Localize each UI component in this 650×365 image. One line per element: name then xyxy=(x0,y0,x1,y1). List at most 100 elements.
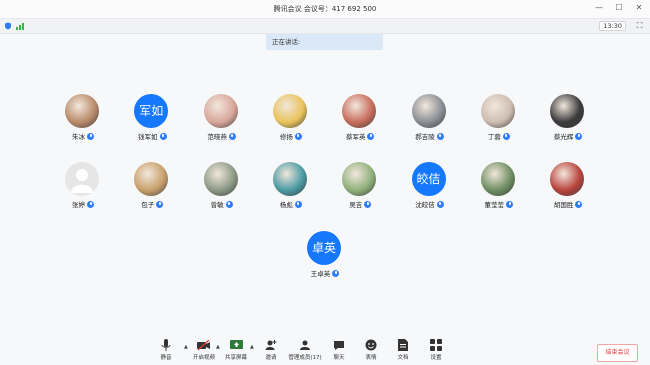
participant-name: 包子 xyxy=(141,201,155,209)
participant-name-row: 吴吉 xyxy=(325,199,395,209)
settings-grid-icon xyxy=(430,339,442,351)
video-label: 开启视频 xyxy=(192,355,215,361)
participant-name-row: 蔡军英 xyxy=(325,131,395,141)
chat-button[interactable]: 聊天 xyxy=(321,338,357,361)
speaking-indicator: 正在讲话: xyxy=(266,34,383,50)
fullscreen-icon[interactable]: ⛶ xyxy=(635,21,644,30)
mic-muted-icon xyxy=(575,132,583,140)
participant-name: 董莹莹 xyxy=(484,201,505,209)
invite-button[interactable]: 邀请 xyxy=(253,338,289,361)
participant-name-row: 沈皎佶 xyxy=(395,199,465,209)
avatar xyxy=(65,94,99,128)
settings-button[interactable]: 设置 xyxy=(418,338,454,361)
participant-name-row: 杨彪 xyxy=(256,199,326,209)
invite-label: 邀请 xyxy=(265,355,277,361)
participant-name-row: 朱冰 xyxy=(48,131,118,141)
participant-name: 张婷 xyxy=(72,201,85,209)
manage-members-button[interactable]: 管理成员(17) xyxy=(287,338,323,361)
maximize-button[interactable]: ☐ xyxy=(614,3,624,12)
mic-muted-icon xyxy=(502,132,510,140)
window-controls: — ☐ ✕ xyxy=(594,3,644,12)
participant-name: 杨彪 xyxy=(279,201,293,209)
participant-name: 郝吉陵 xyxy=(415,133,435,141)
reactions-button[interactable]: 表情 xyxy=(353,338,389,361)
participant-name: 范晓燕 xyxy=(207,133,227,141)
share-label: 共享屏幕 xyxy=(224,355,247,361)
participant-name-row: 丁蓉 xyxy=(464,131,534,141)
participant-name-row: 董莹莹 xyxy=(464,199,534,209)
mic-muted-icon xyxy=(294,200,302,208)
mic-muted-icon xyxy=(228,132,236,140)
chat-label: 聊天 xyxy=(333,355,345,361)
docs-button[interactable]: 文档 xyxy=(385,338,421,361)
participant-name: 钱军如 xyxy=(138,133,158,141)
avatar: 皎佶 xyxy=(411,162,446,196)
bottom-toolbar: 静音 ▲ 开启视频 ▲ 共享屏幕 ▲ 邀请 管理成员(17) 聊天 表情 文档 … xyxy=(0,338,650,365)
mic-muted-icon xyxy=(156,200,164,208)
participant-name-row: 曾敏 xyxy=(187,199,257,209)
share-screen-icon xyxy=(229,339,243,349)
participant-name: 胡国胜 xyxy=(553,201,574,209)
docs-label: 文档 xyxy=(397,355,409,361)
reactions-label: 表情 xyxy=(365,355,377,361)
participant-name-row: 蔡光辉 xyxy=(533,131,603,141)
window-title: 腾讯会议 会议号：417 692 500 xyxy=(273,5,377,13)
mute-button[interactable]: 静音 xyxy=(148,338,184,361)
mute-label: 静音 xyxy=(160,355,172,361)
participant-name: 朱冰 xyxy=(72,133,85,141)
settings-label: 设置 xyxy=(430,355,442,361)
mic-muted-icon xyxy=(225,200,233,208)
shield-icon[interactable] xyxy=(4,22,12,30)
avatar xyxy=(411,94,446,128)
close-button[interactable]: ✕ xyxy=(634,3,644,12)
participant-name-row: 张婷 xyxy=(48,199,118,209)
avatar xyxy=(272,94,307,128)
participant-name-row: 钱军如 xyxy=(117,131,187,141)
document-icon xyxy=(398,339,408,351)
participant-name: 蔡军英 xyxy=(345,133,366,141)
invite-icon xyxy=(265,340,277,350)
mic-muted-icon xyxy=(367,132,375,140)
participant-name-row: 郝吉陵 xyxy=(395,131,465,141)
mic-muted-icon xyxy=(575,200,583,208)
avatar xyxy=(272,162,307,196)
members-icon xyxy=(300,340,310,350)
avatar xyxy=(342,94,377,128)
participant-name: 丁蓉 xyxy=(487,133,501,141)
avatar xyxy=(550,94,585,128)
mic-muted-icon xyxy=(87,200,94,208)
mic-muted-icon xyxy=(436,200,444,208)
avatar xyxy=(550,162,585,196)
minimize-button[interactable]: — xyxy=(594,3,604,12)
mic-muted-icon xyxy=(506,200,514,208)
mic-muted-icon xyxy=(294,132,302,140)
mic-muted-icon xyxy=(87,132,94,140)
title-bar: 腾讯会议 会议号：417 692 500 — ☐ ✕ xyxy=(0,0,650,18)
participant-name: 吴吉 xyxy=(349,201,363,209)
avatar: 卓英 xyxy=(307,231,341,265)
camera-off-icon xyxy=(197,339,210,350)
mic-muted-icon xyxy=(364,200,372,208)
share-screen-button[interactable]: 共享屏幕 xyxy=(218,338,254,361)
participant-name-row: 修扬 xyxy=(256,131,326,141)
mic-muted-icon xyxy=(332,269,340,277)
participant-name-row: 王卓英 xyxy=(290,268,360,278)
avatar xyxy=(134,162,169,196)
signal-icon[interactable] xyxy=(16,22,24,30)
members-label: 管理成员(17) xyxy=(288,355,322,361)
participant-name-row: 胡国胜 xyxy=(533,199,603,209)
participant-name: 沈皎佶 xyxy=(415,201,435,209)
participant-name: 修扬 xyxy=(279,133,293,141)
avatar xyxy=(203,162,238,196)
avatar: 军如 xyxy=(134,94,169,128)
avatar xyxy=(203,94,238,128)
participant-name: 曾敏 xyxy=(210,201,224,209)
microphone-icon xyxy=(161,338,171,351)
meeting-time: 13:30 xyxy=(599,21,626,31)
avatar xyxy=(342,162,377,196)
smiley-icon xyxy=(365,339,377,351)
info-bar: 13:30 ⛶ xyxy=(0,18,650,34)
mic-muted-icon xyxy=(159,132,167,140)
end-meeting-button[interactable]: 结束会议 xyxy=(597,344,638,362)
avatar xyxy=(480,94,515,128)
